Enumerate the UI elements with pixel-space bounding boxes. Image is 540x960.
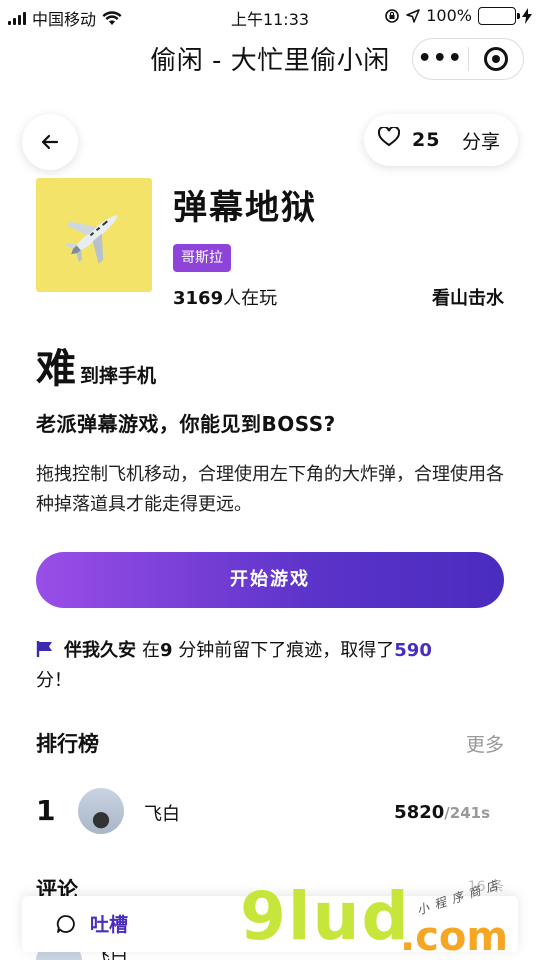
rank-number: 1 xyxy=(36,794,56,827)
like-count: 25 xyxy=(412,129,441,151)
leaderboard-more-link[interactable]: 更多 xyxy=(466,730,504,757)
activity-score: 590 xyxy=(394,640,432,661)
player-score-value: 5820 xyxy=(394,802,445,823)
flag-icon xyxy=(36,641,52,657)
game-name: 弹幕地狱 xyxy=(173,188,317,228)
comment-bar-label: 吐槽 xyxy=(90,914,129,936)
player-score: 5820/241s xyxy=(394,802,490,823)
charging-icon xyxy=(522,7,532,24)
difficulty-big: 难 xyxy=(36,346,76,392)
watermark-subtitle: 小程序商店 xyxy=(415,876,506,918)
activity-text-2: 分钟前留下了痕迹，取得了 xyxy=(178,640,395,661)
leaderboard-title: 排行榜 xyxy=(36,732,99,756)
watermark-domain: .com xyxy=(400,914,509,960)
back-button[interactable] xyxy=(22,114,78,170)
activity-user[interactable]: 伴我久安 xyxy=(64,640,136,661)
difficulty-small: 到摔手机 xyxy=(80,365,157,387)
battery-percent: 100% xyxy=(426,6,472,25)
watermark-main: 9lud xyxy=(240,878,411,955)
arrow-left-icon xyxy=(41,134,59,150)
rotation-lock-icon xyxy=(385,8,400,23)
heart-icon xyxy=(377,125,401,147)
airplane-icon xyxy=(64,215,118,264)
avatar xyxy=(78,788,124,834)
recent-activity: 伴我久安 在9 分钟前留下了痕迹，取得了590 分！ xyxy=(36,636,506,696)
miniprogram-capsule: ••• xyxy=(412,38,524,80)
activity-minutes: 9 xyxy=(160,640,173,661)
start-game-button[interactable]: 开始游戏 xyxy=(36,552,504,608)
status-bar: 中国移动 上午11:33 100% xyxy=(0,0,540,32)
players-number: 3169 xyxy=(173,288,224,309)
like-share-pill: 25 分享 xyxy=(364,114,518,166)
more-icon[interactable]: ••• xyxy=(413,38,468,80)
player-time: /241s xyxy=(444,804,490,822)
battery-icon xyxy=(478,6,520,25)
share-button[interactable]: 分享 xyxy=(462,127,500,154)
target-close-icon xyxy=(483,47,508,71)
activity-text-3: 分！ xyxy=(36,670,72,691)
chat-bubble-icon xyxy=(56,915,75,933)
game-subtitle: 老派弹幕游戏，你能见到BOSS? xyxy=(36,412,336,436)
leaderboard-row[interactable]: 1 飞白 5820/241s xyxy=(36,786,504,836)
close-miniprogram-button[interactable] xyxy=(468,47,523,71)
game-icon xyxy=(36,178,152,292)
game-description: 拖拽控制飞机移动，合理使用左下角的大炸弹，合理使用各种掉落道具才能走得更远。 xyxy=(36,464,504,515)
watermark-logo: 9lud .com 小程序商店 xyxy=(240,876,530,960)
player-name: 飞白 xyxy=(144,804,180,825)
location-icon xyxy=(406,8,420,23)
difficulty-label: 难 到摔手机 xyxy=(36,346,156,392)
game-tag[interactable]: 哥斯拉 xyxy=(173,244,231,272)
navbar: 偷闲 - 大忙里偷小闲 ••• xyxy=(0,32,540,84)
activity-text-1: 在 xyxy=(142,640,160,661)
players-suffix: 人在玩 xyxy=(223,288,278,309)
game-author[interactable]: 看山击水 xyxy=(432,284,504,310)
players-count: 3169人在玩 xyxy=(173,284,277,310)
status-right: 100% xyxy=(384,6,532,25)
like-button[interactable] xyxy=(377,125,401,153)
